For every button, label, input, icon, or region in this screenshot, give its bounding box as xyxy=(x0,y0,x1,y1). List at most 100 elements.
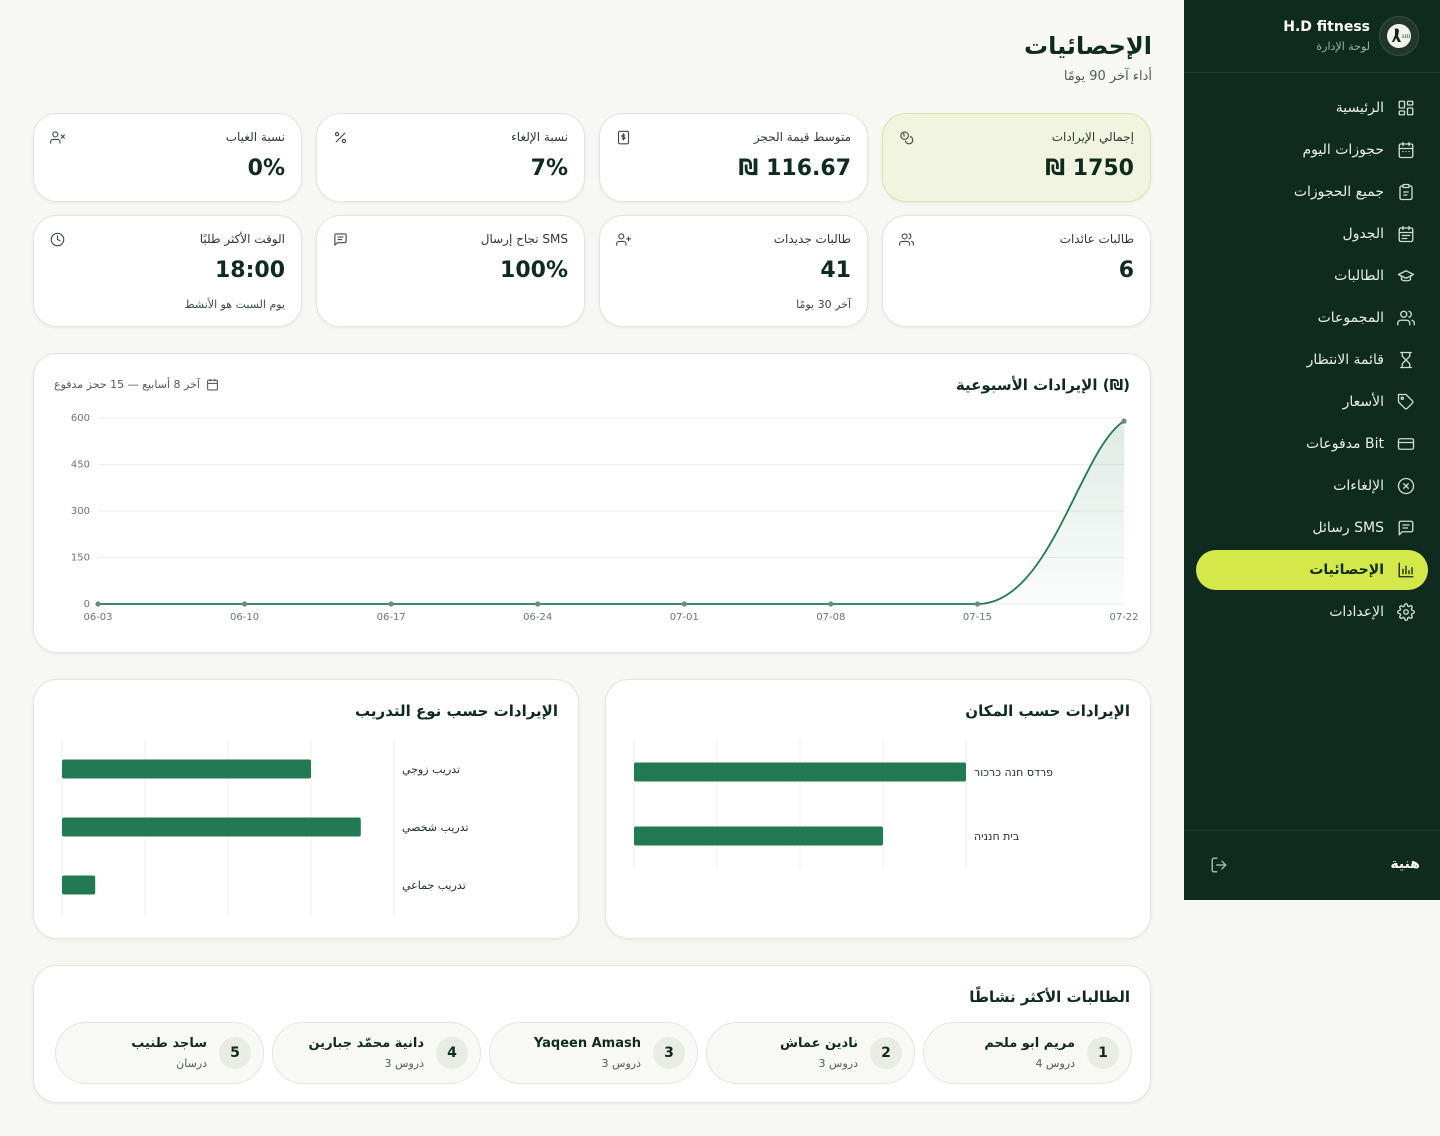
user-plus-icon xyxy=(616,233,631,246)
sidebar-item[interactable]: قائمة الانتظار xyxy=(1196,340,1428,380)
student-card[interactable]: 5 ساجد طنيب درسان xyxy=(55,1022,264,1084)
brand-subtitle: لوحة الإدارة xyxy=(1316,40,1370,53)
stat-label: متوسط قيمة الحجز xyxy=(753,130,851,144)
message-icon xyxy=(1398,520,1414,536)
location-revenue-card: الإيرادات حسب المكان פרדס חנה כרכור בית ח… xyxy=(605,679,1151,939)
bar xyxy=(62,759,311,779)
stat-icon xyxy=(333,130,349,146)
stat-card: إجمالي الإيرادات ₪ 1750 xyxy=(882,113,1151,202)
x-tick-label: 07-08 xyxy=(816,612,845,623)
users-icon-wrap xyxy=(1396,308,1416,328)
page-subtitle: أداء آخر 90 يومًا xyxy=(1063,69,1152,84)
sidebar-item[interactable]: الطالبات xyxy=(1196,256,1428,296)
tag-icon xyxy=(1397,393,1414,410)
stat-card: نسبة الإلغاء 7% xyxy=(316,113,585,202)
sidebar-divider xyxy=(1184,72,1440,73)
stat-label: طالبات عائدات xyxy=(1059,232,1134,246)
sidebar-item-label: جميع الحجوزات xyxy=(1293,184,1384,200)
sidebar-item-label: الطالبات xyxy=(1334,268,1384,284)
revenue-line xyxy=(97,420,1125,605)
student-lessons: 3 دروس xyxy=(384,1057,424,1070)
sidebar-item[interactable]: الجدول xyxy=(1196,214,1428,254)
logout-icon[interactable] xyxy=(1210,856,1228,874)
sidebar-item-label: حجوزات اليوم xyxy=(1302,142,1384,158)
student-name: مريم ابو ملحم xyxy=(984,1036,1075,1051)
data-point xyxy=(681,601,687,607)
student-name: Yaqeen Amash xyxy=(533,1036,641,1051)
clipboard-icon-wrap xyxy=(1396,182,1416,202)
bar xyxy=(634,826,883,846)
graduation-cap-icon-wrap xyxy=(1396,266,1416,286)
message-icon-wrap xyxy=(1396,518,1416,538)
sidebar-item[interactable]: حجوزات اليوم xyxy=(1196,130,1428,170)
student-card[interactable]: 2 نادين عماش 3 دروس xyxy=(706,1022,915,1084)
dashboard-grid-icon xyxy=(1398,100,1414,116)
stat-note: يوم السبت هو الأنشط xyxy=(184,298,285,311)
weekly-revenue-card: الإيرادات الأسبوعية (₪) آخر 8 أسابيع — 1… xyxy=(33,353,1151,653)
graduation-cap-icon xyxy=(1397,270,1415,282)
data-point xyxy=(1121,418,1127,424)
top-students-card: الطالبات الأكثر نشاطًا 1 مريم ابو ملحم 4 د… xyxy=(33,965,1151,1103)
sidebar: HD H.D fitness لوحة الإدارة الرئيسية حجوز… xyxy=(1184,0,1440,900)
data-point xyxy=(535,601,541,607)
schedule-calendar-icon-wrap xyxy=(1396,224,1416,244)
stat-value: ₪ 116.67 xyxy=(738,156,851,181)
student-lessons: درسان xyxy=(176,1057,207,1070)
brand-logo: HD xyxy=(1379,16,1419,56)
logo-icon: HD xyxy=(1387,24,1411,48)
sidebar-item[interactable]: الإعدادات xyxy=(1196,592,1428,632)
sidebar-item[interactable]: الإحصائيات xyxy=(1196,550,1428,590)
rank-badge: 2 xyxy=(870,1037,902,1069)
stat-card: متوسط قيمة الحجز ₪ 116.67 xyxy=(599,113,868,202)
sidebar-item[interactable]: جميع الحجوزات xyxy=(1196,172,1428,212)
users-icon xyxy=(1397,310,1415,326)
users-icon xyxy=(899,233,914,246)
bar-category-label: בית חנניה xyxy=(974,830,1019,843)
sidebar-item-label: المجموعات xyxy=(1317,310,1384,326)
sidebar-item[interactable]: الرئيسية xyxy=(1196,88,1428,128)
sidebar-item[interactable]: المجموعات xyxy=(1196,298,1428,338)
student-name: دانية محمّد جبارين xyxy=(308,1036,424,1051)
y-tick-label: 0 xyxy=(84,599,90,610)
sidebar-item[interactable]: الإلغاءات xyxy=(1196,466,1428,506)
stat-label: طالبات جديدات xyxy=(773,232,851,246)
sidebar-item[interactable]: الأسعار xyxy=(1196,382,1428,422)
student-card[interactable]: 1 مريم ابو ملحم 4 دروس xyxy=(923,1022,1132,1084)
sidebar-item[interactable]: مدفوعات Bit xyxy=(1196,424,1428,464)
clipboard-icon xyxy=(1399,183,1413,201)
stat-label: الوقت الأكثر طلبًا xyxy=(199,232,285,246)
data-point xyxy=(974,601,981,607)
sidebar-item-label: الإلغاءات xyxy=(1333,478,1384,494)
student-name: نادين عماش xyxy=(780,1036,858,1051)
bar-chart-icon-wrap xyxy=(1396,560,1416,580)
sidebar-item-label: الجدول xyxy=(1342,226,1384,242)
student-name: ساجد طنيب xyxy=(131,1036,207,1051)
student-card[interactable]: 4 دانية محمّد جبارين 3 دروس xyxy=(272,1022,481,1084)
sidebar-item[interactable]: رسائل SMS xyxy=(1196,508,1428,548)
receipt-icon xyxy=(617,130,630,145)
stat-icon xyxy=(899,232,915,248)
sidebar-item-label: الرئيسية xyxy=(1335,100,1384,116)
data-point xyxy=(241,601,248,607)
sidebar-item-label: الإعدادات xyxy=(1329,604,1384,620)
x-tick-label: 07-15 xyxy=(963,612,992,623)
page-title: الإحصائيات xyxy=(1024,32,1152,60)
stat-icon xyxy=(616,130,632,146)
hourglass-icon xyxy=(1400,351,1412,369)
revenue-area xyxy=(98,421,1124,604)
x-tick-label: 07-01 xyxy=(670,612,699,623)
sidebar-item-label: قائمة الانتظار xyxy=(1306,352,1384,368)
sidebar-item-label: الأسعار xyxy=(1342,394,1384,410)
location-revenue-chart: פרדס חנה כרכור בית חנניה xyxy=(633,740,1053,868)
percent-icon xyxy=(334,131,347,144)
svg-text:HD: HD xyxy=(1402,34,1410,40)
data-point xyxy=(828,601,834,607)
student-card[interactable]: 3 Yaqeen Amash 3 دروس xyxy=(489,1022,698,1084)
bar-category-label: تدريب زوجي xyxy=(402,763,460,776)
sidebar-item-label: مدفوعات Bit xyxy=(1305,436,1384,452)
calendar-icon xyxy=(1398,141,1414,159)
gear-icon-wrap xyxy=(1396,602,1416,622)
bar xyxy=(62,817,361,837)
x-tick-label: 06-24 xyxy=(523,612,552,623)
tag-icon-wrap xyxy=(1396,392,1416,412)
